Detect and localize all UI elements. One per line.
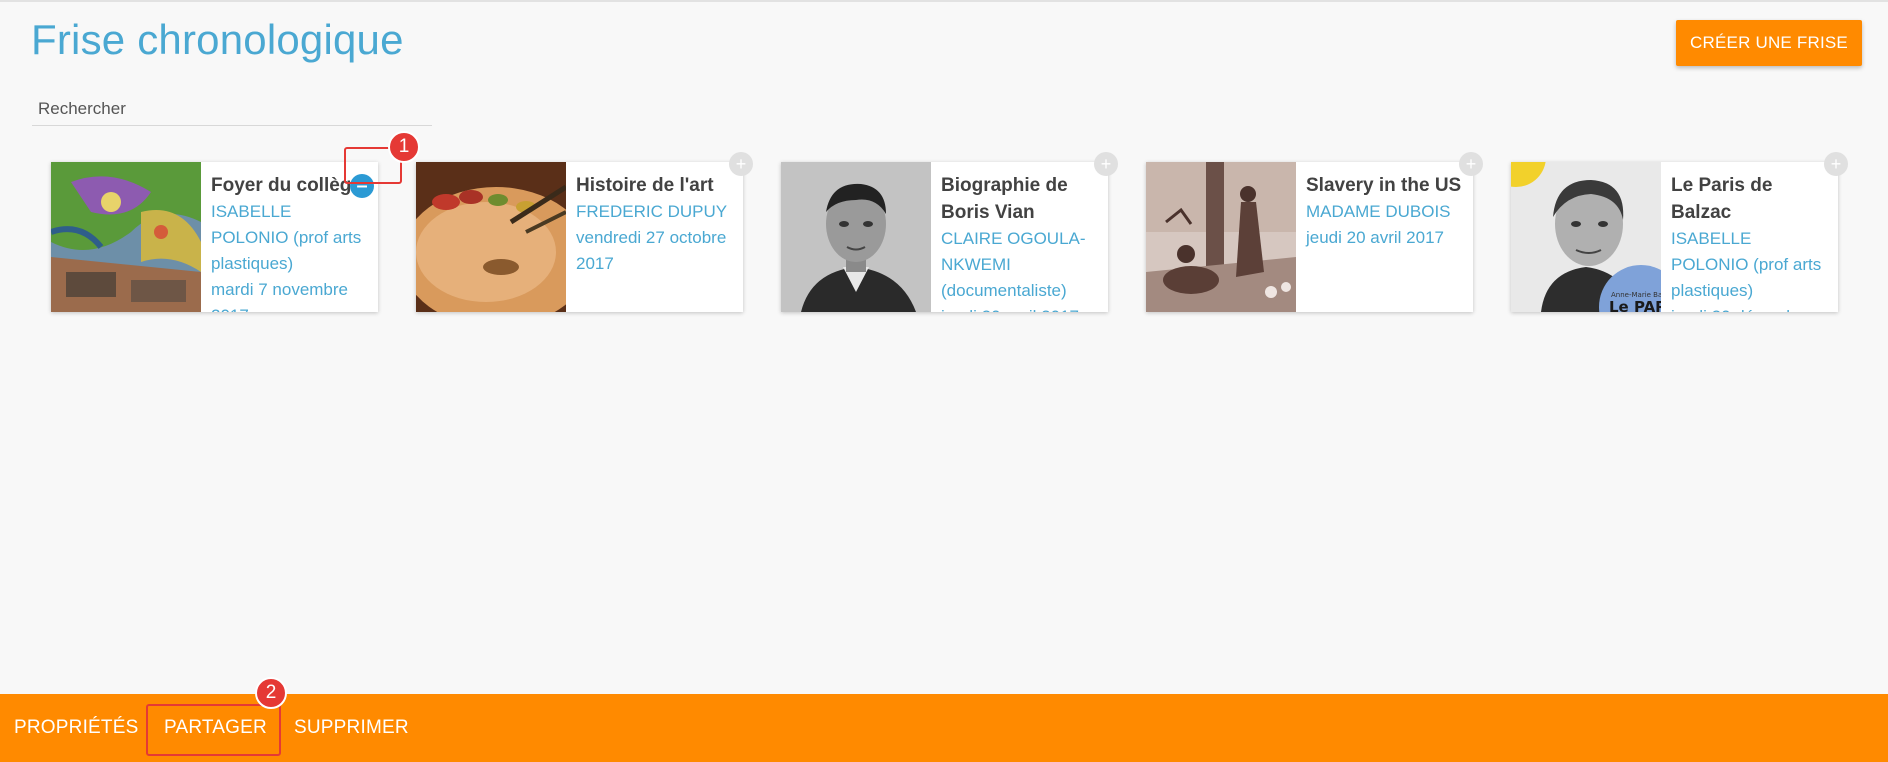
card-text: Biographie de Boris Vian CLAIRE OGOULA-N… <box>941 172 1102 312</box>
engraving-image <box>1146 162 1296 312</box>
card-author: MADAME DUBOIS <box>1306 202 1451 221</box>
card-date: jeudi 20 décembre <box>1671 304 1832 312</box>
card-title: Le Paris de Balzac <box>1671 175 1773 223</box>
annotation-highlight-2 <box>146 704 281 756</box>
card-date: mardi 7 novembre 2017 <box>211 280 349 312</box>
timeline-card[interactable]: Histoire de l'art FREDERIC DUPUY vendred… <box>416 152 753 312</box>
card-author: ISABELLE POLONIO (prof arts plastiques) <box>211 202 362 273</box>
card-thumbnail <box>416 162 566 312</box>
annotation-badge-1: 1 <box>388 131 420 163</box>
portrait-image <box>781 162 931 312</box>
card-content: Slavery in the US MADAME DUBOIS jeudi 20… <box>1146 162 1473 312</box>
card-content: Foyer du collège ISABELLE POLONIO (prof … <box>51 162 378 312</box>
card-text: Histoire de l'art FREDERIC DUPUY vendred… <box>576 172 737 277</box>
cover-title-text: Le PARIS <box>1609 298 1661 312</box>
card-thumbnail: Anne-Marie Baron Le PARIS <box>1511 162 1661 312</box>
card-author: ISABELLE POLONIO (prof arts plastiques) <box>1671 229 1822 300</box>
search-field <box>32 95 432 126</box>
mural-image <box>51 162 201 312</box>
palette-image <box>416 162 566 312</box>
top-divider <box>0 0 1888 2</box>
card-text: Le Paris de Balzac ISABELLE POLONIO (pro… <box>1671 172 1832 312</box>
card-text: Slavery in the US MADAME DUBOIS jeudi 20… <box>1306 172 1467 251</box>
select-toggle-icon[interactable]: + <box>1459 152 1483 176</box>
annotation-badge-2: 2 <box>255 677 287 709</box>
card-thumbnail <box>781 162 931 312</box>
card-author: CLAIRE OGOULA-NKWEMI (documentaliste) <box>941 229 1086 300</box>
select-toggle-icon[interactable]: + <box>729 152 753 176</box>
timeline-card[interactable]: Slavery in the US MADAME DUBOIS jeudi 20… <box>1146 152 1483 312</box>
card-thumbnail <box>1146 162 1296 312</box>
delete-button[interactable]: SUPPRIMER <box>294 694 409 762</box>
card-author: FREDERIC DUPUY <box>576 202 728 221</box>
card-text: Foyer du collège ISABELLE POLONIO (prof … <box>211 172 372 312</box>
card-title: Biographie de Boris Vian <box>941 175 1068 223</box>
card-content: Anne-Marie Baron Le PARIS Le Paris de Ba… <box>1511 162 1838 312</box>
book-cover-image: Anne-Marie Baron Le PARIS <box>1511 162 1661 312</box>
card-date: vendredi 27 octobre 2017 <box>576 228 727 273</box>
create-timeline-button[interactable]: CRÉER UNE FRISE <box>1676 20 1862 66</box>
page: Frise chronologique CRÉER UNE FRISE Rech… <box>0 0 1888 762</box>
select-toggle-icon[interactable]: + <box>1094 152 1118 176</box>
search-input[interactable] <box>32 95 432 123</box>
timeline-card[interactable]: Biographie de Boris Vian CLAIRE OGOULA-N… <box>781 152 1118 312</box>
select-toggle-icon[interactable]: + <box>1824 152 1848 176</box>
card-content: Biographie de Boris Vian CLAIRE OGOULA-N… <box>781 162 1108 312</box>
properties-button[interactable]: PROPRIÉTÉS <box>14 694 138 762</box>
card-title: Slavery in the US <box>1306 175 1462 196</box>
card-date: jeudi 20 avril 2017 <box>941 304 1102 312</box>
page-title: Frise chronologique <box>31 16 404 63</box>
timeline-card[interactable]: Anne-Marie Baron Le PARIS Le Paris de Ba… <box>1511 152 1848 312</box>
card-thumbnail <box>51 162 201 312</box>
timeline-card[interactable]: Foyer du collège ISABELLE POLONIO (prof … <box>51 162 378 312</box>
card-content: Histoire de l'art FREDERIC DUPUY vendred… <box>416 162 743 312</box>
card-title: Histoire de l'art <box>576 175 714 196</box>
action-bar: PROPRIÉTÉS PARTAGER SUPPRIMER <box>0 694 1888 762</box>
card-date: jeudi 20 avril 2017 <box>1306 228 1444 247</box>
